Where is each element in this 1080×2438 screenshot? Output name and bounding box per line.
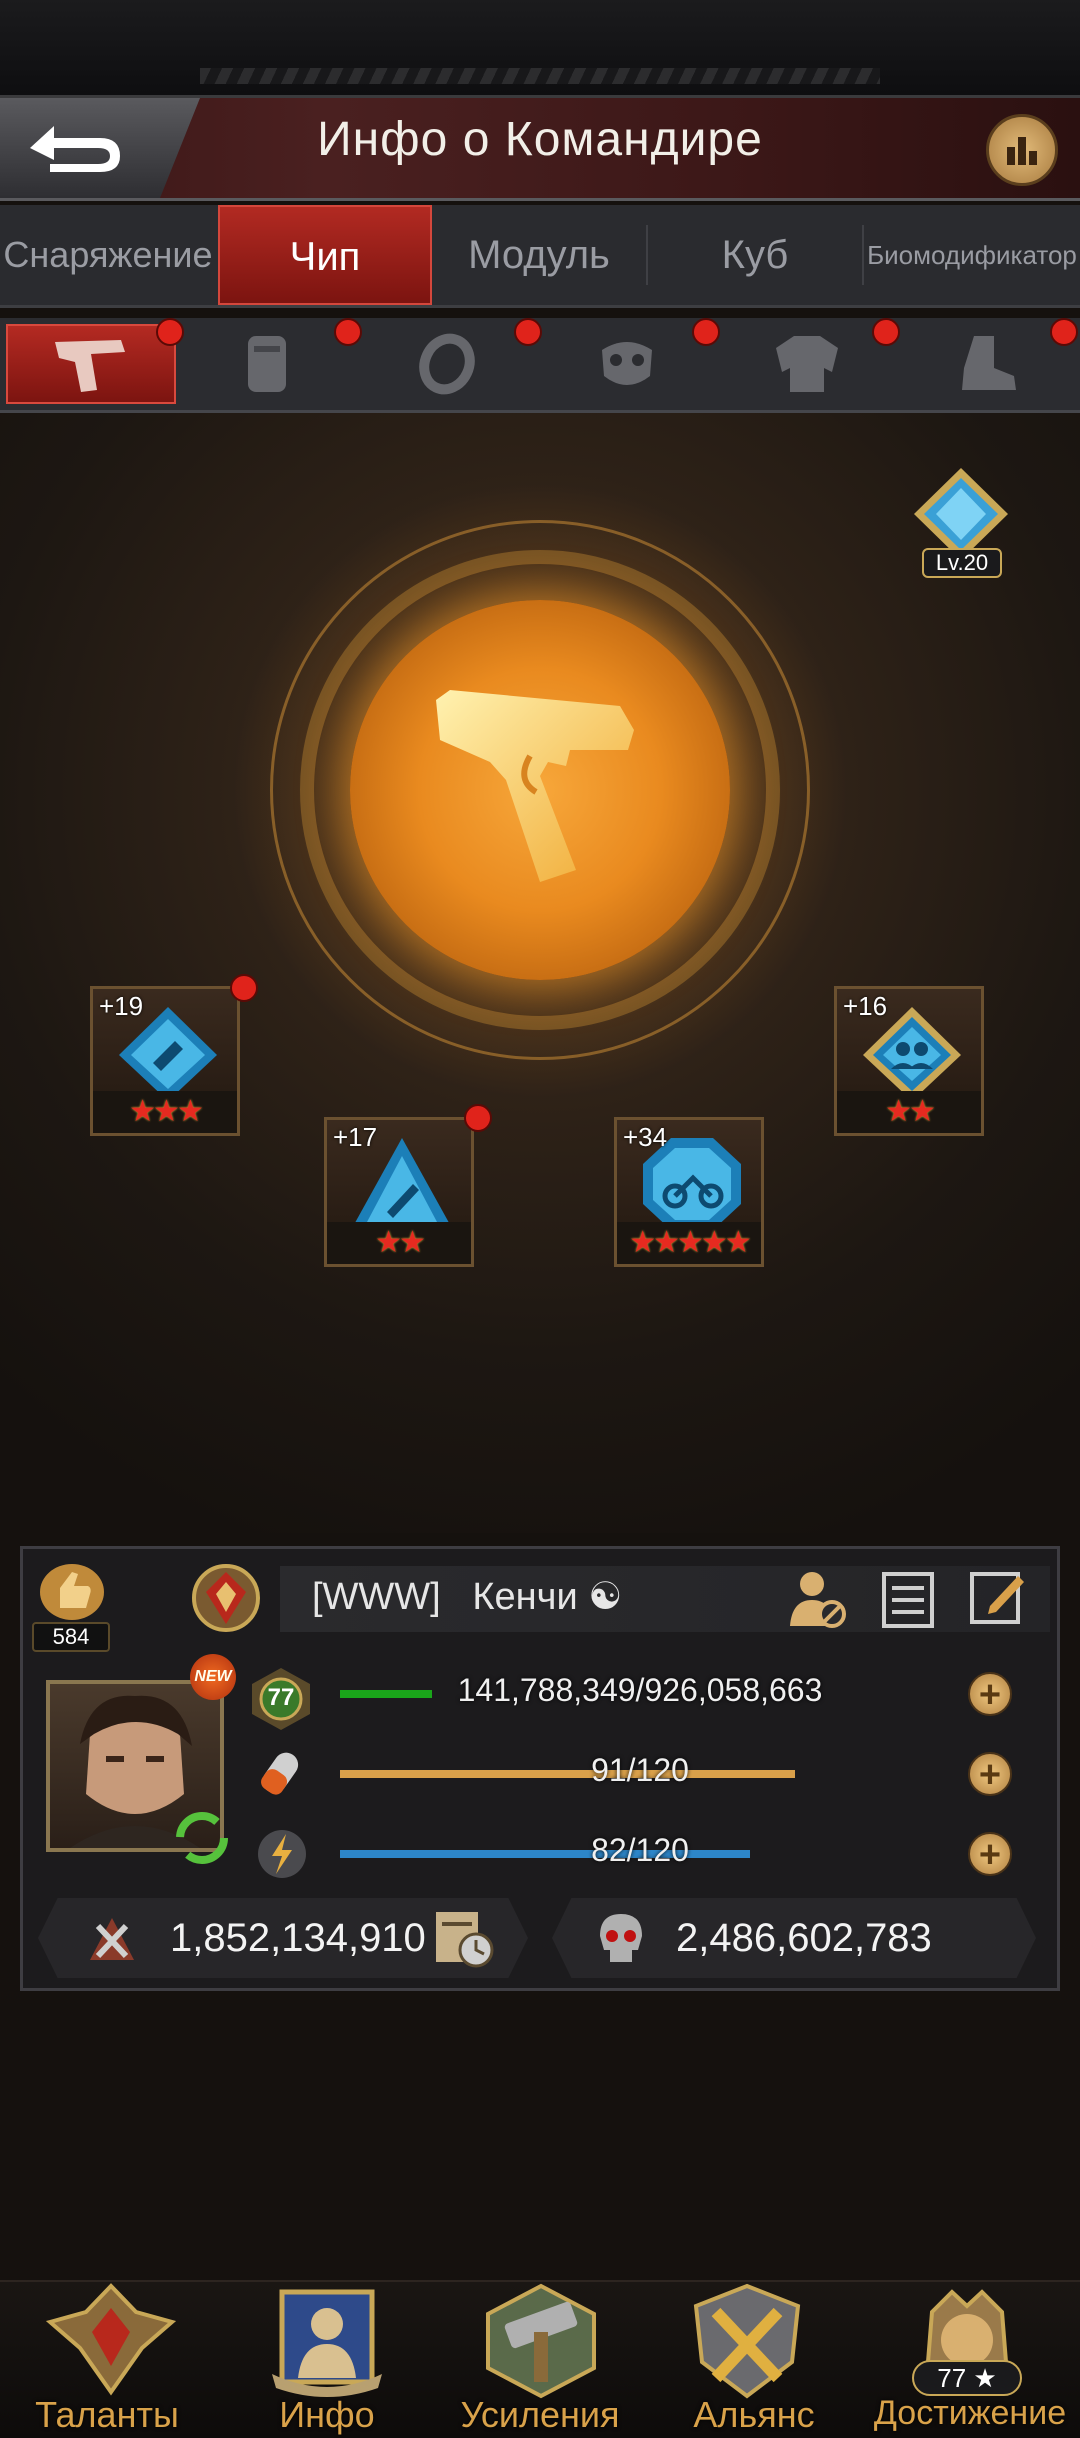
nav-alliance[interactable]: Альянс xyxy=(654,2394,854,2436)
tab-equipment[interactable]: Снаряжение xyxy=(0,205,216,305)
chip-slot-4[interactable]: +16 ★★ xyxy=(834,986,984,1136)
chip-slot-1[interactable]: +19 ★★★ xyxy=(90,986,240,1136)
boot-icon xyxy=(962,336,1016,390)
thumbs-up-icon[interactable] xyxy=(34,1560,110,1624)
boosts-icon[interactable] xyxy=(476,2282,606,2402)
chip-slot-3[interactable]: +34 ★★★★★ xyxy=(614,1117,764,1267)
notification-dot xyxy=(464,1104,492,1132)
add-energy-button[interactable]: + xyxy=(968,1832,1012,1876)
log-icon[interactable] xyxy=(878,1568,938,1630)
category-tabs: Снаряжение Чип Модуль Куб Биомодификатор xyxy=(0,205,1080,308)
new-badge: NEW xyxy=(190,1654,236,1700)
chip-stars: ★★★★★ xyxy=(617,1222,761,1264)
alliance-icon[interactable] xyxy=(682,2282,812,2402)
slot-pistol[interactable] xyxy=(6,324,176,404)
block-user-icon[interactable] xyxy=(786,1566,848,1630)
slot-vest[interactable] xyxy=(182,324,352,404)
tab-chip[interactable]: Чип xyxy=(218,205,432,305)
notification-dot xyxy=(230,974,258,1002)
info-icon[interactable] xyxy=(262,2282,392,2402)
nav-boosts[interactable]: Усиления xyxy=(440,2394,640,2436)
slot-boot[interactable] xyxy=(902,324,1072,404)
talents-icon[interactable] xyxy=(45,2282,177,2402)
notification-dot xyxy=(156,318,184,346)
pistol-icon xyxy=(436,690,634,882)
exp-text: 141,788,349/926,058,663 xyxy=(457,1672,823,1708)
back-arrow-icon xyxy=(30,126,120,172)
add-exp-button[interactable]: + xyxy=(968,1672,1012,1716)
energy-icon xyxy=(254,1826,310,1882)
commander-level: 77 xyxy=(267,1684,295,1711)
power-icon xyxy=(82,1912,142,1968)
bar-chart-icon xyxy=(1007,137,1037,165)
nav-talents[interactable]: Таланты xyxy=(7,2394,207,2436)
tab-module[interactable]: Модуль xyxy=(432,205,646,305)
swap-avatar-icon[interactable] xyxy=(176,1812,228,1864)
slot-jacket[interactable] xyxy=(722,324,892,404)
notification-dot xyxy=(334,318,362,346)
power-history-icon[interactable] xyxy=(432,1908,496,1970)
tab-biomodifier[interactable]: Биомодификатор xyxy=(864,205,1080,305)
chip-level: +17 xyxy=(333,1122,378,1152)
chip-stars: ★★★ xyxy=(93,1091,237,1133)
jacket-icon xyxy=(776,336,838,392)
nav-achievement[interactable]: Достижение xyxy=(870,2394,1070,2433)
chip-stars: ★★ xyxy=(837,1091,981,1133)
slot-ring[interactable] xyxy=(362,324,532,404)
commander-level-badge: 77 xyxy=(248,1666,314,1732)
chip-level: +19 xyxy=(99,991,144,1021)
chip-stars: ★★ xyxy=(327,1222,471,1264)
notification-dot xyxy=(692,318,720,346)
chip-slot-2[interactable]: +17 ★★ xyxy=(324,1117,474,1267)
gas-mask-icon xyxy=(602,342,652,385)
notification-dot xyxy=(1050,318,1078,346)
power-value: 1,852,134,910 xyxy=(170,1916,426,1960)
skull-icon xyxy=(592,1910,650,1968)
stamina-text: 91/120 xyxy=(591,1752,689,1788)
energy-text: 82/120 xyxy=(591,1832,689,1868)
commander-name: [WWW] Кенчи ☯ xyxy=(312,1576,623,1618)
core-level-label: Lv.20 xyxy=(922,548,1002,578)
stats-button[interactable] xyxy=(986,114,1058,186)
pistol-icon xyxy=(55,340,125,392)
vest-icon xyxy=(248,336,286,392)
edit-icon[interactable] xyxy=(966,1564,1028,1628)
kills-value: 2,486,602,783 xyxy=(676,1916,932,1960)
page-title: Инфо о Командире xyxy=(317,113,763,166)
tab-cube[interactable]: Куб xyxy=(648,205,862,305)
top-frame xyxy=(0,0,1080,99)
ring-icon xyxy=(419,333,475,395)
chip-level: +16 xyxy=(843,991,888,1021)
commander-rating: 584 xyxy=(32,1622,110,1652)
notification-dot xyxy=(872,318,900,346)
chip-level: +34 xyxy=(623,1122,668,1152)
nav-info[interactable]: Инфо xyxy=(227,2394,427,2436)
add-stamina-button[interactable]: + xyxy=(968,1752,1012,1796)
notification-dot xyxy=(514,318,542,346)
core-chip[interactable] xyxy=(350,600,730,980)
stamina-potion-icon xyxy=(254,1746,310,1802)
rank-emblem-icon[interactable] xyxy=(188,1560,264,1636)
achievement-count-badge: 77 ★ xyxy=(912,2360,1022,2396)
slot-gas-mask[interactable] xyxy=(542,324,712,404)
slot-tabs xyxy=(0,318,1080,413)
